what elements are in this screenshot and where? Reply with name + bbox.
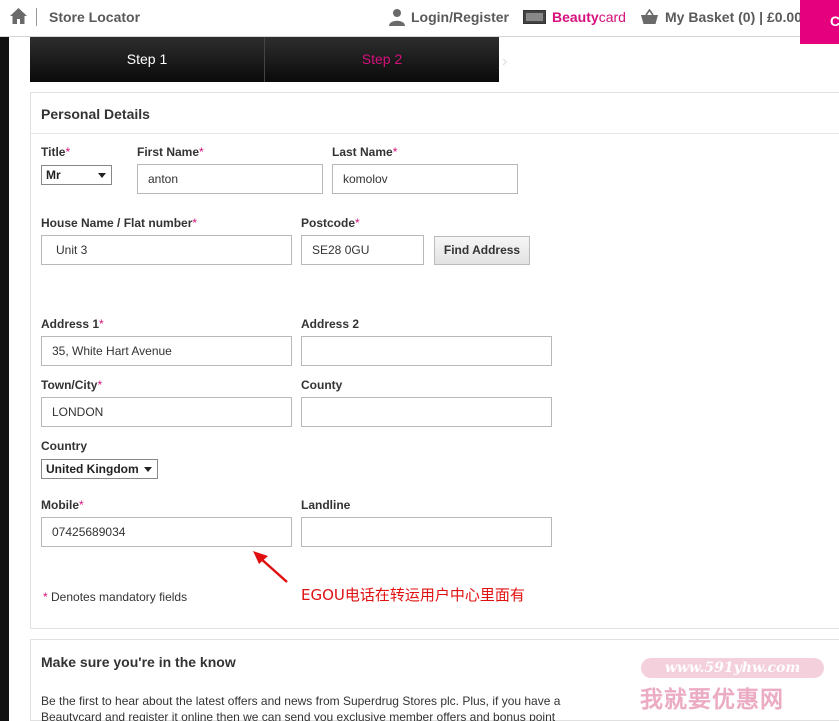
- beautycard-label-bold: Beauty: [552, 9, 599, 25]
- country-select-value: United Kingdom: [46, 462, 139, 476]
- house-name-field[interactable]: Unit 3: [41, 235, 292, 265]
- find-address-button[interactable]: Find Address: [434, 236, 530, 265]
- title-label: Title*: [41, 145, 71, 159]
- first-name-field[interactable]: anton: [137, 164, 323, 194]
- address-1-label: Address 1*: [41, 317, 104, 331]
- address-2-label: Address 2: [301, 317, 360, 331]
- beautycard-label-light: card: [598, 9, 626, 25]
- landline-label: Landline: [301, 498, 351, 512]
- user-icon: [389, 9, 405, 26]
- beautycard-link[interactable]: Beauty card: [523, 7, 626, 27]
- login-register-link[interactable]: Login/Register: [388, 7, 509, 27]
- in-the-know-body: Be the first to hear about the latest of…: [41, 694, 561, 721]
- last-name-label: Last Name*: [332, 145, 398, 159]
- personal-details-panel: Personal Details Title* Mr First Name* a…: [30, 92, 839, 629]
- house-name-label: House Name / Flat number*: [41, 216, 198, 230]
- red-arrow-icon: [253, 551, 288, 583]
- left-dark-strip: [0, 37, 9, 721]
- step-1-tab[interactable]: Step 1: [30, 37, 264, 82]
- step-2-tab[interactable]: Step 2: [265, 37, 499, 82]
- beautycard-icon: [523, 10, 546, 24]
- annotation-text: EGOU电话在转运用户中心里面有: [301, 586, 525, 604]
- county-field[interactable]: [301, 397, 552, 427]
- town-city-label: Town/City*: [41, 378, 103, 392]
- store-locator-link[interactable]: Store Locator: [49, 9, 140, 25]
- header-pink-button[interactable]: C: [800, 0, 839, 44]
- first-name-label: First Name*: [137, 145, 204, 159]
- basket-summary: My Basket (0) | £0.00: [665, 9, 802, 25]
- mobile-field[interactable]: 07425689034: [41, 517, 292, 547]
- panel-title: Personal Details: [41, 106, 150, 122]
- in-the-know-title: Make sure you're in the know: [41, 654, 236, 670]
- basket-icon: [641, 9, 658, 24]
- chevron-down-icon: [144, 467, 152, 472]
- personal-details-header: Personal Details: [31, 93, 839, 134]
- postcode-label: Postcode*: [301, 216, 360, 230]
- watermark-url: www.591yhw.com: [641, 658, 824, 678]
- town-city-field[interactable]: LONDON: [41, 397, 292, 427]
- mobile-label: Mobile*: [41, 498, 84, 512]
- watermark-logo: 我就要优惠网: [640, 687, 784, 713]
- checkout-steps: Step 1 Step 2 ›: [30, 37, 507, 82]
- chevron-down-icon: [98, 173, 106, 178]
- landline-field[interactable]: [301, 517, 552, 547]
- title-select[interactable]: Mr: [41, 165, 112, 185]
- top-separator: [36, 8, 37, 26]
- county-label: County: [301, 378, 343, 392]
- address-1-field[interactable]: 35, White Hart Avenue: [41, 336, 292, 366]
- country-select[interactable]: United Kingdom: [41, 459, 158, 479]
- last-name-field[interactable]: komolov: [332, 164, 518, 194]
- country-label: Country: [41, 439, 87, 453]
- chevron-right-icon: ›: [502, 53, 508, 70]
- top-bar: Store Locator Login/Register Beauty card …: [0, 0, 839, 44]
- my-basket-link[interactable]: My Basket (0) | £0.00: [640, 7, 802, 27]
- postcode-field[interactable]: SE28 0GU: [301, 235, 424, 265]
- mandatory-note: * Denotes mandatory fields: [43, 590, 188, 604]
- address-2-field[interactable]: [301, 336, 552, 366]
- login-register-label: Login/Register: [411, 9, 510, 25]
- title-select-value: Mr: [46, 168, 61, 182]
- home-icon[interactable]: [9, 7, 28, 25]
